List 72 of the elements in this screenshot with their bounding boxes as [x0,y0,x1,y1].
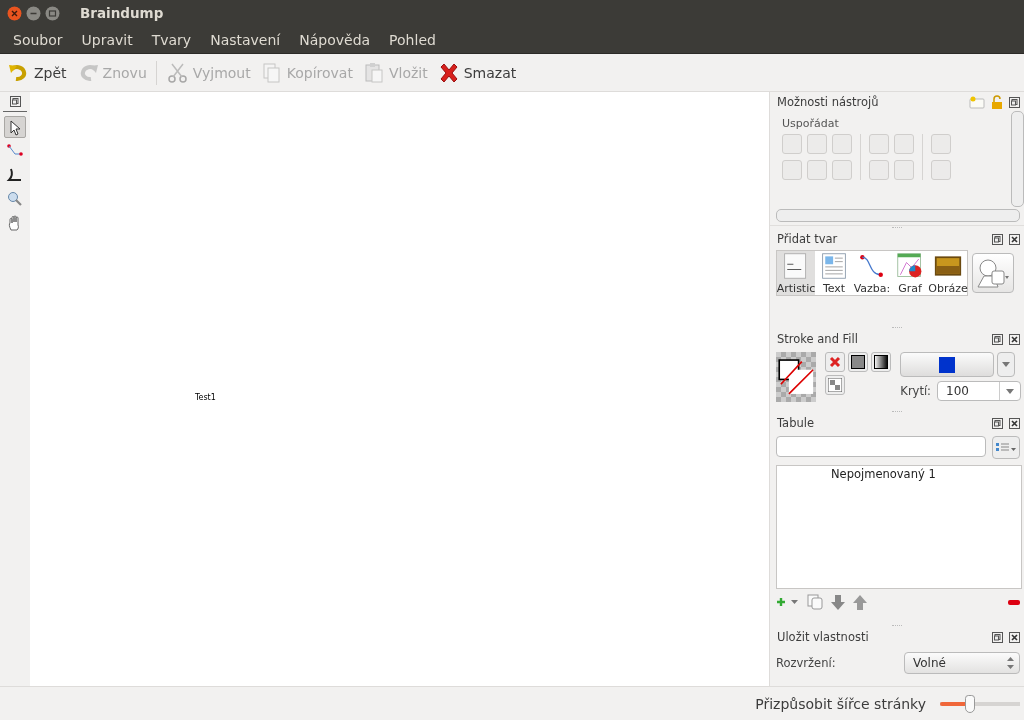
canvas-text: Test1 [195,393,216,402]
panel-title: Stroke and Fill [777,332,859,346]
menu-item[interactable]: Soubor [6,31,70,48]
slider-handle[interactable] [964,694,975,713]
spinner-arrows-icon [1007,657,1014,669]
lock-icon[interactable] [991,95,1003,109]
toolbar-button[interactable]: Smazat [434,59,520,86]
window-title: Braindump [80,5,164,21]
zoom-icon [6,190,24,208]
float-icon[interactable] [9,96,21,107]
dropdown-button[interactable] [997,352,1016,377]
plus-icon[interactable] [777,597,799,607]
square-icon [851,355,866,369]
close-icon[interactable] [1009,631,1020,643]
section-label: Uspořádat [782,117,840,130]
menu-item[interactable]: Tvary [144,31,199,48]
float-icon[interactable] [992,631,1003,643]
path-icon [6,166,24,184]
panel-title: Možnosti nástrojů [777,95,880,109]
stroke-fill-swatch[interactable] [776,352,817,402]
shape-picker-button[interactable] [972,253,1014,293]
zoom-label: Přizpůsobit šířce stránky [755,695,926,712]
scrollbar[interactable] [1011,111,1024,207]
menu-item[interactable]: Pohled [382,31,443,48]
shape-item[interactable]: Graf [891,251,929,295]
paste-icon [362,61,385,84]
close-icon[interactable] [1009,233,1020,245]
gradient-fill-button[interactable] [871,352,892,372]
float-icon[interactable] [1009,96,1020,108]
checker-icon [828,378,843,392]
toolbar-button[interactable]: Zpět [5,59,70,86]
close-icon[interactable] [1009,417,1020,429]
panel-title: Přidat tvar [777,232,839,246]
shape-item[interactable]: Artistic [777,251,815,295]
gradient-icon [874,355,889,369]
dropdown-arrow-icon [1002,362,1011,367]
solid-fill-button[interactable] [848,352,869,372]
layout-label: Rozvržení: [776,656,837,670]
arrow-up-icon[interactable] [853,594,867,610]
color-button[interactable] [900,352,995,377]
list-icon [996,441,1017,454]
float-icon[interactable] [992,233,1003,245]
menu-item[interactable]: Nastavení [203,31,288,48]
dropdown-arrow-icon [1006,388,1014,394]
close-icon [829,356,842,368]
panel-title: Tabule [777,416,816,430]
opacity-label: Krytí: [900,384,931,398]
cut-icon [166,61,189,84]
scrollbar[interactable] [776,209,1020,222]
menu-item[interactable]: Nápověda [292,31,378,48]
minimize-icon[interactable] [26,5,41,21]
layout-dropdown[interactable]: Volné [904,652,1020,674]
shapes-icon [976,258,1010,288]
panel-title: Uložit vlastnosti [777,630,870,644]
view-mode-button[interactable] [992,436,1020,459]
shape-item[interactable]: Text [815,251,853,295]
shape-item[interactable]: Vazba: [853,251,891,295]
layer-item[interactable]: Nepojmenovaný 1 [777,466,1021,481]
opacity-field[interactable]: 100 [937,381,1021,401]
float-icon[interactable] [992,417,1003,429]
search-field[interactable] [776,436,987,457]
shape-item[interactable]: Obráze [929,251,967,295]
minus-icon[interactable] [1008,599,1020,605]
menu-item[interactable]: Upravit [74,31,140,48]
no-fill-button[interactable] [825,352,846,372]
copy-icon[interactable] [807,594,823,610]
close-icon[interactable] [1009,333,1020,345]
maximize-icon[interactable] [45,5,60,21]
float-icon[interactable] [992,333,1003,345]
copy-icon [260,61,283,84]
arrow-down-icon[interactable] [831,594,845,610]
tool-button[interactable] [4,116,26,138]
